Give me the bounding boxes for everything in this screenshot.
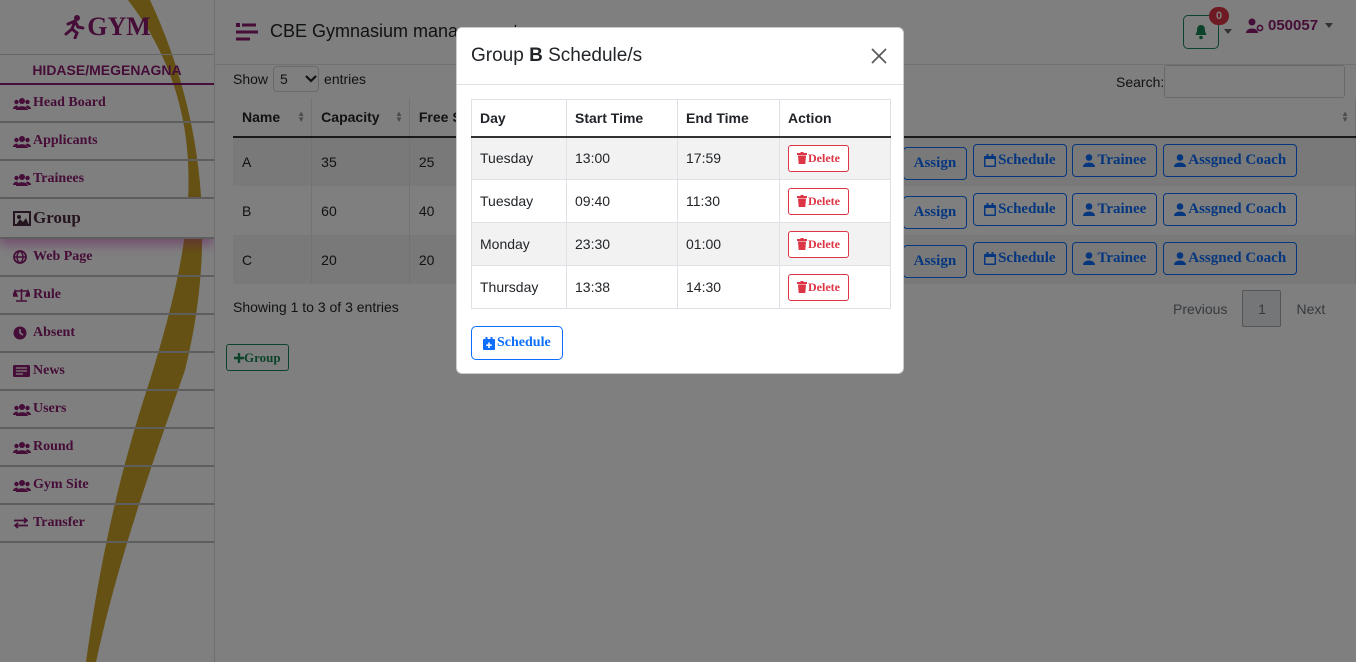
cell-start-time: 13:00 [566,136,678,180]
cell-action: Delete [779,179,891,223]
table-row: Tuesday 13:00 17:59 Delete [471,136,891,180]
column-header-start-time: Start Time [566,99,678,138]
cell-action: Delete [779,222,891,266]
cell-start-time: 09:40 [566,179,678,223]
group-name: B [529,45,543,66]
close-icon[interactable] [869,46,889,66]
cell-end-time: 11:30 [677,179,780,223]
cell-day: Thursday [471,265,567,309]
table-row: Tuesday 09:40 11:30 Delete [471,179,891,223]
trash-icon [797,152,807,165]
cell-end-time: 01:00 [677,222,780,266]
cell-start-time: 23:30 [566,222,678,266]
trash-icon [797,281,807,293]
column-header-day: Day [471,99,567,138]
table-row: Monday 23:30 01:00 Delete [471,222,891,266]
modal-header: Group B Schedule/s [457,28,903,85]
schedule-table: Day Start Time End Time Action Tuesday 1… [471,99,891,309]
cell-action: Delete [779,265,891,309]
trash-icon [797,238,807,250]
cell-day: Tuesday [471,179,567,223]
schedule-modal: Group B Schedule/s Day Start Time End Ti… [456,27,904,374]
cell-end-time: 14:30 [677,265,780,309]
table-header-row: Day Start Time End Time Action [471,99,891,138]
trash-icon [797,195,807,207]
delete-button[interactable]: Delete [788,273,849,301]
delete-button[interactable]: Delete [788,144,849,172]
cell-day: Tuesday [471,136,567,180]
table-row: Thursday 13:38 14:30 Delete [471,265,891,309]
cell-day: Monday [471,222,567,266]
add-schedule-button[interactable]: Schedule [471,326,563,360]
column-header-end-time: End Time [677,99,780,138]
modal-title: Group B Schedule/s [471,45,643,66]
cell-start-time: 13:38 [566,265,678,309]
delete-button[interactable]: Delete [788,187,849,215]
calendar-plus-icon [483,336,495,350]
column-header-action: Action [779,99,891,138]
cell-action: Delete [779,136,891,180]
cell-end-time: 17:59 [677,136,780,180]
delete-button[interactable]: Delete [788,230,849,258]
